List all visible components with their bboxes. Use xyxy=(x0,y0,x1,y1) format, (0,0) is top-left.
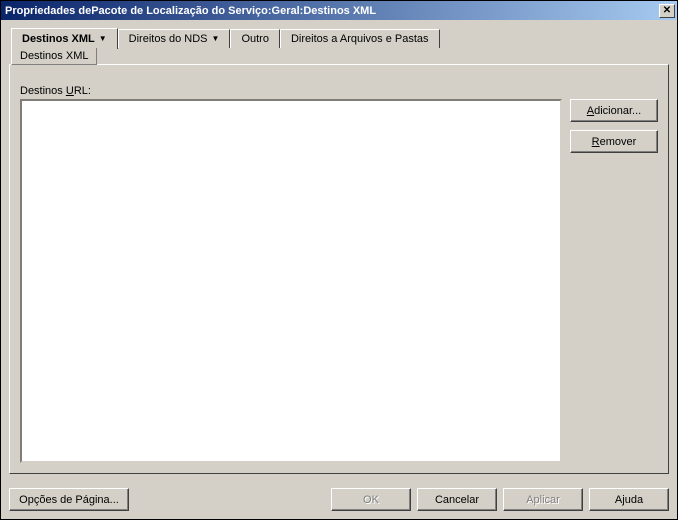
titlebar: Propriedades dePacote de Localização do … xyxy=(1,1,677,20)
subtab-label: Destinos XML xyxy=(20,50,88,62)
ok-button: OK xyxy=(331,488,411,511)
tab-direitos-nds[interactable]: Direitos do NDS ▼ xyxy=(118,29,231,48)
cancel-label: Cancelar xyxy=(435,494,479,506)
chevron-down-icon: ▼ xyxy=(99,35,107,43)
close-icon: ✕ xyxy=(663,6,671,16)
tab-label: Direitos a Arquivos e Pastas xyxy=(291,33,429,45)
remove-accel: R xyxy=(592,136,600,148)
window-title: Propriedades dePacote de Localização do … xyxy=(5,5,659,17)
list-label: Destinos URL: xyxy=(20,85,562,97)
tab-direitos-arquivos[interactable]: Direitos a Arquivos e Pastas xyxy=(280,29,440,48)
page-options-button[interactable]: Opções de Página... xyxy=(9,488,129,511)
side-buttons: Adicionar... Remover xyxy=(570,85,658,463)
subtab-strip: Destinos XML xyxy=(9,48,669,65)
client-area: Destinos XML ▼ Direitos do NDS ▼ Outro D… xyxy=(1,20,677,482)
tab-panel: Destinos URL: Adicionar... Remover xyxy=(9,64,669,474)
cancel-button[interactable]: Cancelar xyxy=(417,488,497,511)
destinos-url-list[interactable] xyxy=(20,99,562,463)
list-label-prefix: Destinos xyxy=(20,85,66,97)
tab-label: Destinos XML xyxy=(22,33,95,45)
ok-label: OK xyxy=(363,494,379,506)
list-label-suffix: RL: xyxy=(74,85,91,97)
apply-label: Aplicar xyxy=(526,494,560,506)
remove-rest: emover xyxy=(600,136,637,148)
tab-strip: Destinos XML ▼ Direitos do NDS ▼ Outro D… xyxy=(9,28,669,48)
add-button[interactable]: Adicionar... xyxy=(570,99,658,122)
tab-destinos-xml[interactable]: Destinos XML ▼ xyxy=(11,28,118,49)
tab-outro[interactable]: Outro xyxy=(230,29,280,48)
remove-button[interactable]: Remover xyxy=(570,130,658,153)
page-options-label: Opções de Página... xyxy=(19,494,119,506)
chevron-down-icon: ▼ xyxy=(212,35,220,43)
close-button[interactable]: ✕ xyxy=(659,4,675,18)
dialog-footer: Opções de Página... OK Cancelar Aplicar … xyxy=(1,482,677,519)
help-button[interactable]: Ajuda xyxy=(589,488,669,511)
list-column: Destinos URL: xyxy=(20,85,562,463)
dialog-window: Propriedades dePacote de Localização do … xyxy=(0,0,678,520)
help-label: Ajuda xyxy=(615,494,643,506)
list-label-accel: U xyxy=(66,85,74,97)
add-rest: dicionar... xyxy=(594,105,641,117)
tab-label: Direitos do NDS xyxy=(129,33,208,45)
panel-inner: Destinos URL: Adicionar... Remover xyxy=(20,85,658,463)
apply-button: Aplicar xyxy=(503,488,583,511)
subtab-destinos-xml[interactable]: Destinos XML xyxy=(11,48,97,65)
tab-label: Outro xyxy=(241,33,269,45)
